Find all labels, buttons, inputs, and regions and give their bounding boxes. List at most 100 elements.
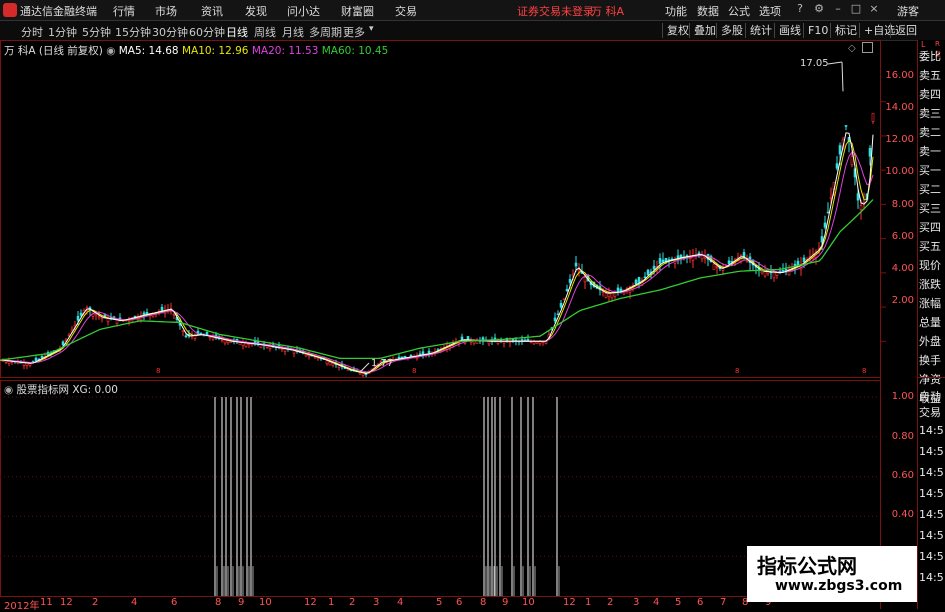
side-field-11[interactable]: 现价 <box>919 257 941 273</box>
menu-assistant[interactable]: 问小达 <box>287 3 320 19</box>
sub-tick-100: 1.00 <box>891 391 914 402</box>
sub-indicator-bar: ◉ 股票指标网 XG: 0.00 <box>4 382 118 397</box>
signal-bars <box>214 397 560 596</box>
side-field-10[interactable]: 买五 <box>919 238 941 254</box>
candle-body <box>868 147 872 157</box>
tool-statistics[interactable]: 统计 <box>745 23 772 38</box>
menu-trade[interactable]: 交易 <box>395 3 417 19</box>
candle-body <box>850 156 854 166</box>
side-field-15[interactable]: 外盘 <box>919 333 941 349</box>
period-30min[interactable]: 30分钟 <box>152 24 188 40</box>
tool-multi-stock[interactable]: 多股 <box>716 23 743 38</box>
kline-chart[interactable] <box>0 40 917 609</box>
menu-news[interactable]: 资讯 <box>201 3 223 19</box>
tool-f10[interactable]: F10 <box>803 23 828 38</box>
event-marker[interactable]: 8 <box>412 367 416 375</box>
date-tick-3: 2 <box>92 597 99 608</box>
side-field-1[interactable]: 卖五 <box>919 67 941 83</box>
side-field-8[interactable]: 买三 <box>919 200 941 216</box>
menu-quotes[interactable]: 行情 <box>113 3 135 19</box>
ma20-line <box>0 151 874 373</box>
side-field-6[interactable]: 买一 <box>919 162 941 178</box>
side-time-5: 14:5 <box>919 529 944 542</box>
period-weekly[interactable]: 周线 <box>254 24 276 40</box>
candle-body <box>583 277 587 283</box>
high-price-label: 17.05 <box>800 58 829 69</box>
chart-grid <box>0 40 886 609</box>
side-field-2[interactable]: 卖四 <box>919 86 941 102</box>
menu-options[interactable]: 选项 <box>759 3 781 19</box>
side-field-17[interactable]: 净资 <box>919 371 941 387</box>
menu-discover[interactable]: 发现 <box>245 3 267 19</box>
side-time-1: 14:5 <box>919 445 944 458</box>
settings-icon[interactable]: ⚙ <box>812 2 826 16</box>
login-status[interactable]: 证券交易未登录 <box>517 3 594 19</box>
period-1min[interactable]: 1分钟 <box>48 24 77 40</box>
side-field-13[interactable]: 涨幅 <box>919 295 941 311</box>
watermark-title: 指标公式网 <box>757 554 857 578</box>
candle-body <box>661 259 665 263</box>
sub-indicator-title: 股票指标网 XG: 0.00 <box>16 384 118 396</box>
side-field-5[interactable]: 卖一 <box>919 143 941 159</box>
event-marker[interactable]: 8 <box>156 367 160 375</box>
side-letter-r[interactable]: R <box>935 40 940 48</box>
main-pane-frame <box>0 40 881 378</box>
minimize-icon[interactable]: – <box>831 2 845 16</box>
price-tick-10: 10.00 <box>885 166 914 177</box>
side-field-7[interactable]: 买二 <box>919 181 941 197</box>
tool-back[interactable]: 返回 <box>890 23 917 38</box>
sub-indicator-toggle-icon[interactable]: ◉ <box>4 384 13 396</box>
tool-adjust[interactable]: 复权 <box>662 23 689 38</box>
period-15min[interactable]: 15分钟 <box>115 24 151 40</box>
close-icon[interactable]: × <box>867 2 881 16</box>
candle-body <box>115 319 119 324</box>
menu-market[interactable]: 市场 <box>155 3 177 19</box>
period-5min[interactable]: 5分钟 <box>82 24 111 40</box>
menu-wealth-circle[interactable]: 财富圈 <box>341 3 374 19</box>
candle-body <box>574 262 578 267</box>
event-marker[interactable]: 8 <box>735 367 739 375</box>
date-tick-22: 3 <box>633 597 640 608</box>
event-marker[interactable]: 8 <box>862 367 866 375</box>
maximize-icon[interactable]: □ <box>849 2 863 16</box>
tool-mark[interactable]: 标记 <box>830 23 857 38</box>
side-field-4[interactable]: 卖二 <box>919 124 941 140</box>
tool-draw[interactable]: 画线 <box>774 23 801 38</box>
menu-functions[interactable]: 功能 <box>665 3 687 19</box>
sub-tick-060: 0.60 <box>891 470 914 481</box>
side-field-14[interactable]: 总量 <box>919 314 941 330</box>
candle-body <box>559 302 563 308</box>
side-field-9[interactable]: 买四 <box>919 219 941 235</box>
sub-tick-080: 0.80 <box>891 431 914 442</box>
candle-body <box>421 351 425 355</box>
menu-layout[interactable]: 数据 <box>697 3 719 19</box>
guest-login[interactable]: 游客 <box>897 3 919 19</box>
side-field-16[interactable]: 换手 <box>919 352 941 368</box>
side-field-3[interactable]: 卖三 <box>919 105 941 121</box>
candle-body <box>268 345 272 349</box>
price-tick-4: 4.00 <box>891 263 914 274</box>
side-field-0[interactable]: 委比 <box>919 48 941 64</box>
side-field-12[interactable]: 涨跌 <box>919 276 941 292</box>
candle-body <box>160 306 164 312</box>
period-intraday[interactable]: 分时 <box>21 24 43 40</box>
period-daily[interactable]: 日线 <box>226 24 248 40</box>
period-monthly[interactable]: 月线 <box>282 24 304 40</box>
date-tick-13: 4 <box>397 597 404 608</box>
candle-body <box>823 222 827 228</box>
menu-formula[interactable]: 公式 <box>728 3 750 19</box>
chart-annotations <box>359 61 844 373</box>
price-tick-2: 2.00 <box>891 295 914 306</box>
candle-body <box>601 291 605 293</box>
candle-body <box>568 279 572 283</box>
side-auto-trade-1[interactable]: 交易 <box>919 404 941 420</box>
help-icon[interactable]: ? <box>793 2 807 16</box>
more-dropdown-icon[interactable]: ▾ <box>369 24 374 34</box>
side-time-2: 14:5 <box>919 466 944 479</box>
period-60min[interactable]: 60分钟 <box>189 24 225 40</box>
side-auto-trade-0[interactable]: 自动 <box>919 388 941 404</box>
tool-overlay[interactable]: 叠加 <box>689 23 716 38</box>
period-more[interactable]: 更多 <box>343 24 365 40</box>
period-multi[interactable]: 多周期 <box>309 24 342 40</box>
candle-body <box>727 260 731 265</box>
